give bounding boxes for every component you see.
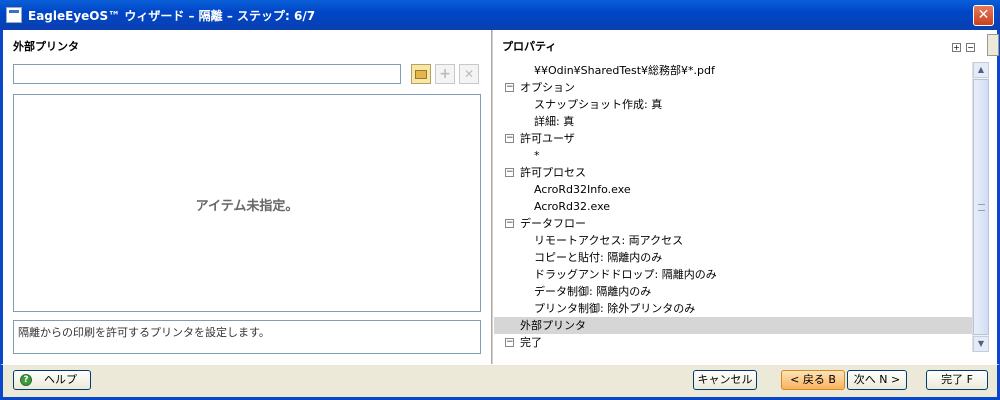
collapse-toggle-icon[interactable]: −: [505, 338, 514, 347]
tree-item-label: リモートアクセス: 両アクセス: [534, 234, 684, 247]
scroll-up-icon[interactable]: ▲: [973, 62, 989, 78]
properties-tree: ¥¥Odin¥SharedTest¥総務部¥*.pdf − オプション スナップショッ…: [494, 62, 972, 356]
properties-scrollbar[interactable]: ▲ ▼: [972, 62, 989, 352]
tree-item-label: スナップショット作成: 真: [534, 98, 663, 111]
left-pane: 外部プリンタ + ✕ アイテム未指定。 隔離からの印刷を許可するプリンタを設定し…: [3, 30, 491, 364]
help-button[interactable]: ? ヘルプ: [13, 370, 91, 390]
tree-item-label: ドラッグアンドドロップ: 隔離内のみ: [534, 268, 717, 281]
tree-item[interactable]: AcroRd32Info.exe: [494, 181, 972, 198]
help-icon: ?: [20, 374, 32, 386]
tree-item[interactable]: − 許可ユーザ: [494, 130, 972, 147]
back-button[interactable]: < 戻る B: [781, 370, 845, 390]
tree-item[interactable]: − オプション: [494, 79, 972, 96]
delete-icon: ✕: [463, 67, 475, 81]
tree-item[interactable]: コピーと貼付: 隔離内のみ: [494, 249, 972, 266]
scroll-thumb[interactable]: [973, 79, 989, 335]
printer-path-input[interactable]: [13, 64, 401, 84]
tree-item[interactable]: リモートアクセス: 両アクセス: [494, 232, 972, 249]
tree-item-label: 詳細: 真: [534, 115, 575, 128]
tree-item[interactable]: *: [494, 147, 972, 164]
title-bar: EagleEyeOS™ ウィザード – 隔離 – ステップ: 6/7 ✕: [0, 0, 1000, 30]
properties-pane: プロパティ + − ¥¥Odin¥SharedTest¥総務部¥*.pdf − オプ…: [494, 30, 999, 364]
tree-item[interactable]: − 許可プロセス: [494, 164, 972, 181]
next-button[interactable]: 次へ N >: [847, 370, 907, 390]
tree-item[interactable]: AcroRd32.exe: [494, 198, 972, 215]
tree-item[interactable]: データ制御: 隔離内のみ: [494, 283, 972, 300]
tree-item-label: 外部プリンタ: [520, 319, 586, 332]
help-label: ヘルプ: [44, 373, 77, 386]
close-button[interactable]: ✕: [973, 5, 994, 26]
tree-item-label: プリンタ制御: 除外プリンタのみ: [534, 302, 696, 315]
tree-item-label: *: [534, 149, 540, 162]
properties-title: プロパティ: [502, 40, 557, 53]
tree-item-label: 完了: [520, 336, 542, 349]
collapse-all-icon[interactable]: −: [966, 43, 975, 52]
expand-all-icon[interactable]: +: [952, 43, 961, 52]
collapse-toggle-icon[interactable]: −: [505, 134, 514, 143]
collapse-toggle-icon[interactable]: −: [505, 83, 514, 92]
tree-item[interactable]: プリンタ制御: 除外プリンタのみ: [494, 300, 972, 317]
scroll-down-icon[interactable]: ▼: [973, 336, 989, 352]
tree-item[interactable]: − 完了: [494, 334, 972, 351]
tree-item-label: ¥¥Odin¥SharedTest¥総務部¥*.pdf: [534, 64, 715, 77]
description-box: 隔離からの印刷を許可するプリンタを設定します。: [13, 320, 481, 354]
tree-item-label: オプション: [520, 81, 575, 94]
delete-button[interactable]: ✕: [459, 64, 479, 84]
scroll-grip-icon: [978, 204, 985, 211]
collapse-toggle-icon[interactable]: −: [505, 219, 514, 228]
tree-item-label: コピーと貼付: 隔離内のみ: [534, 251, 663, 264]
add-icon: +: [439, 66, 451, 82]
section-title-external-printers: 外部プリンタ: [13, 40, 79, 53]
tree-item[interactable]: 詳細: 真: [494, 113, 972, 130]
cancel-button[interactable]: キャンセル: [693, 370, 757, 390]
app-icon: [6, 7, 22, 23]
tree-item-label: データ制御: 隔離内のみ: [534, 285, 652, 298]
wizard-body: 外部プリンタ + ✕ アイテム未指定。 隔離からの印刷を許可するプリンタを設定し…: [0, 30, 1000, 364]
empty-list-message: アイテム未指定。: [195, 199, 299, 214]
tree-item-label: データフロー: [520, 217, 586, 230]
finish-button[interactable]: 完了 F: [926, 370, 988, 390]
tree-item[interactable]: スナップショット作成: 真: [494, 96, 972, 113]
tree-item[interactable]: ドラッグアンドドロップ: 隔離内のみ: [494, 266, 972, 283]
tree-item-label: AcroRd32.exe: [534, 200, 611, 213]
window-title: EagleEyeOS™ ウィザード – 隔離 – ステップ: 6/7: [28, 9, 316, 23]
button-bar: ? ヘルプ キャンセル < 戻る B 次へ N > 完了 F: [0, 364, 1000, 400]
printer-list[interactable]: アイテム未指定。: [13, 94, 481, 312]
tree-item[interactable]: − データフロー: [494, 215, 972, 232]
tree-item-label: 許可ユーザ: [520, 132, 575, 145]
collapse-toggle-icon[interactable]: −: [505, 168, 514, 177]
browse-folder-button[interactable]: [411, 64, 431, 84]
tree-item[interactable]: 外部プリンタ: [494, 317, 972, 334]
add-button[interactable]: +: [435, 64, 455, 84]
tree-item[interactable]: ¥¥Odin¥SharedTest¥総務部¥*.pdf: [494, 62, 972, 79]
tree-item-label: 許可プロセス: [520, 166, 586, 179]
side-panel-tab[interactable]: [987, 34, 999, 56]
tree-item-label: AcroRd32Info.exe: [534, 183, 631, 196]
